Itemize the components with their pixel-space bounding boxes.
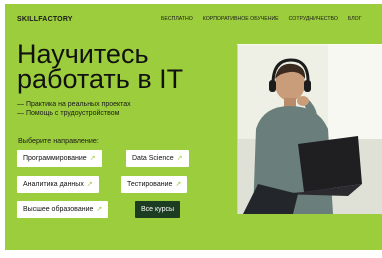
direction-button-testing[interactable]: Тестирование ↗ xyxy=(121,176,188,193)
nav-item-free[interactable]: Бесплатно xyxy=(161,16,193,22)
direction-label-text: Аналитика данных xyxy=(23,181,84,188)
top-nav: Бесплатно Корпоративное обучение Сотрудн… xyxy=(161,16,362,22)
page: SKILLFACTORY Бесплатно Корпоративное обу… xyxy=(0,0,382,258)
nav-item-blog[interactable]: Блог xyxy=(348,16,362,22)
direction-label-text: Тестирование xyxy=(127,181,173,188)
nav-item-partnership[interactable]: Сотрудничество xyxy=(289,16,338,22)
hero-section: SKILLFACTORY Бесплатно Корпоративное обу… xyxy=(5,4,382,250)
direction-button-programming[interactable]: Программирование ↗ xyxy=(17,150,102,167)
benefit-item: — Практика на реальных проектах xyxy=(17,101,131,108)
direction-label: Выберите направление: xyxy=(18,136,99,145)
hero-photo xyxy=(237,44,382,214)
direction-label-text: Высшее образование xyxy=(23,206,94,213)
arrow-up-right-icon: ↗ xyxy=(86,181,93,188)
logo[interactable]: SKILLFACTORY xyxy=(17,16,73,23)
direction-label-text: Программирование xyxy=(23,155,87,162)
direction-button-data-science[interactable]: Data Science ↗ xyxy=(126,150,189,167)
all-courses-button[interactable]: Все курсы xyxy=(135,201,180,218)
arrow-up-right-icon: ↗ xyxy=(176,155,183,162)
benefit-item: — Помощь с трудоустройством xyxy=(17,110,120,117)
benefits-list: — Практика на реальных проектах — Помощь… xyxy=(17,100,131,118)
direction-label-text: Data Science xyxy=(132,155,174,162)
page-title: Научитесь работать в IT xyxy=(17,41,184,94)
arrow-up-right-icon: ↗ xyxy=(175,181,182,188)
decorative-line xyxy=(237,44,382,45)
arrow-up-right-icon: ↗ xyxy=(96,206,103,213)
headline-line-2: работать в IT xyxy=(17,64,184,94)
direction-button-analytics[interactable]: Аналитика данных ↗ xyxy=(17,176,99,193)
hero-photo-illustration xyxy=(238,44,382,214)
direction-button-higher-education[interactable]: Высшее образование ↗ xyxy=(17,201,109,218)
arrow-up-right-icon: ↗ xyxy=(89,155,96,162)
nav-item-corporate[interactable]: Корпоративное обучение xyxy=(203,16,279,22)
